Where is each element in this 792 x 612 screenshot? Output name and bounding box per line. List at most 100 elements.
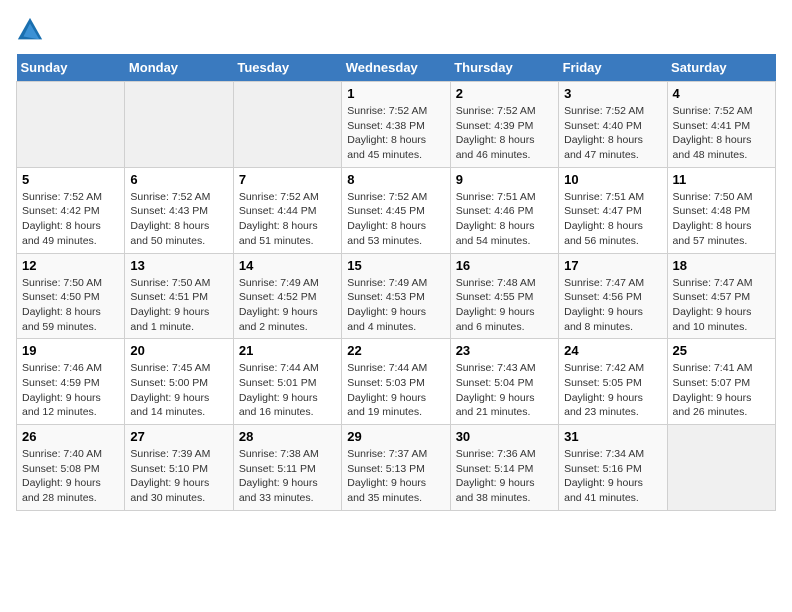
day-info: Sunrise: 7:37 AM Sunset: 5:13 PM Dayligh… xyxy=(347,447,444,506)
calendar-cell: 5 Sunrise: 7:52 AM Sunset: 4:42 PM Daylig… xyxy=(17,167,125,253)
day-info: Sunrise: 7:39 AM Sunset: 5:10 PM Dayligh… xyxy=(130,447,227,506)
day-number: 8 xyxy=(347,172,444,187)
header-cell-sunday: Sunday xyxy=(17,54,125,82)
day-info: Sunrise: 7:52 AM Sunset: 4:43 PM Dayligh… xyxy=(130,190,227,249)
day-number: 28 xyxy=(239,429,336,444)
calendar-cell: 21 Sunrise: 7:44 AM Sunset: 5:01 PM Dayli… xyxy=(233,339,341,425)
day-number: 18 xyxy=(673,258,770,273)
calendar-week-row: 12 Sunrise: 7:50 AM Sunset: 4:50 PM Dayli… xyxy=(17,253,776,339)
day-number: 19 xyxy=(22,343,119,358)
calendar-week-row: 1Sunrise: 7:52 AM Sunset: 4:38 PM Daylig… xyxy=(17,82,776,168)
day-info: Sunrise: 7:44 AM Sunset: 5:01 PM Dayligh… xyxy=(239,361,336,420)
day-number: 23 xyxy=(456,343,553,358)
day-number: 24 xyxy=(564,343,661,358)
day-info: Sunrise: 7:48 AM Sunset: 4:55 PM Dayligh… xyxy=(456,276,553,335)
day-number: 22 xyxy=(347,343,444,358)
day-number: 4 xyxy=(673,86,770,101)
day-number: 6 xyxy=(130,172,227,187)
day-info: Sunrise: 7:40 AM Sunset: 5:08 PM Dayligh… xyxy=(22,447,119,506)
day-number: 29 xyxy=(347,429,444,444)
day-number: 11 xyxy=(673,172,770,187)
day-info: Sunrise: 7:44 AM Sunset: 5:03 PM Dayligh… xyxy=(347,361,444,420)
calendar-cell: 23Sunrise: 7:43 AM Sunset: 5:04 PM Dayli… xyxy=(450,339,558,425)
calendar-cell: 10 Sunrise: 7:51 AM Sunset: 4:47 PM Dayli… xyxy=(559,167,667,253)
calendar-week-row: 26 Sunrise: 7:40 AM Sunset: 5:08 PM Dayli… xyxy=(17,425,776,511)
calendar-cell: 25 Sunrise: 7:41 AM Sunset: 5:07 PM Dayli… xyxy=(667,339,775,425)
logo-icon xyxy=(16,16,44,44)
calendar-cell: 20 Sunrise: 7:45 AM Sunset: 5:00 PM Dayli… xyxy=(125,339,233,425)
calendar-cell xyxy=(667,425,775,511)
day-number: 31 xyxy=(564,429,661,444)
page-header xyxy=(16,16,776,44)
calendar-table: SundayMondayTuesdayWednesdayThursdayFrid… xyxy=(16,54,776,511)
day-info: Sunrise: 7:52 AM Sunset: 4:39 PM Dayligh… xyxy=(456,104,553,163)
day-info: Sunrise: 7:52 AM Sunset: 4:41 PM Dayligh… xyxy=(673,104,770,163)
calendar-cell: 28 Sunrise: 7:38 AM Sunset: 5:11 PM Dayli… xyxy=(233,425,341,511)
calendar-cell xyxy=(17,82,125,168)
calendar-cell: 15Sunrise: 7:49 AM Sunset: 4:53 PM Dayli… xyxy=(342,253,450,339)
day-info: Sunrise: 7:42 AM Sunset: 5:05 PM Dayligh… xyxy=(564,361,661,420)
day-info: Sunrise: 7:47 AM Sunset: 4:56 PM Dayligh… xyxy=(564,276,661,335)
day-info: Sunrise: 7:36 AM Sunset: 5:14 PM Dayligh… xyxy=(456,447,553,506)
day-number: 9 xyxy=(456,172,553,187)
day-number: 10 xyxy=(564,172,661,187)
day-info: Sunrise: 7:52 AM Sunset: 4:40 PM Dayligh… xyxy=(564,104,661,163)
day-number: 15 xyxy=(347,258,444,273)
day-info: Sunrise: 7:38 AM Sunset: 5:11 PM Dayligh… xyxy=(239,447,336,506)
calendar-cell: 16 Sunrise: 7:48 AM Sunset: 4:55 PM Dayli… xyxy=(450,253,558,339)
calendar-cell: 22 Sunrise: 7:44 AM Sunset: 5:03 PM Dayli… xyxy=(342,339,450,425)
day-number: 20 xyxy=(130,343,227,358)
day-number: 3 xyxy=(564,86,661,101)
day-info: Sunrise: 7:41 AM Sunset: 5:07 PM Dayligh… xyxy=(673,361,770,420)
day-number: 12 xyxy=(22,258,119,273)
calendar-cell: 7Sunrise: 7:52 AM Sunset: 4:44 PM Daylig… xyxy=(233,167,341,253)
calendar-week-row: 19Sunrise: 7:46 AM Sunset: 4:59 PM Dayli… xyxy=(17,339,776,425)
day-number: 30 xyxy=(456,429,553,444)
day-info: Sunrise: 7:50 AM Sunset: 4:50 PM Dayligh… xyxy=(22,276,119,335)
day-info: Sunrise: 7:45 AM Sunset: 5:00 PM Dayligh… xyxy=(130,361,227,420)
day-info: Sunrise: 7:52 AM Sunset: 4:45 PM Dayligh… xyxy=(347,190,444,249)
day-info: Sunrise: 7:52 AM Sunset: 4:44 PM Dayligh… xyxy=(239,190,336,249)
header-cell-monday: Monday xyxy=(125,54,233,82)
day-number: 26 xyxy=(22,429,119,444)
calendar-cell: 26 Sunrise: 7:40 AM Sunset: 5:08 PM Dayli… xyxy=(17,425,125,511)
day-info: Sunrise: 7:49 AM Sunset: 4:52 PM Dayligh… xyxy=(239,276,336,335)
day-number: 27 xyxy=(130,429,227,444)
calendar-cell: 31Sunrise: 7:34 AM Sunset: 5:16 PM Dayli… xyxy=(559,425,667,511)
day-info: Sunrise: 7:51 AM Sunset: 4:47 PM Dayligh… xyxy=(564,190,661,249)
day-info: Sunrise: 7:52 AM Sunset: 4:42 PM Dayligh… xyxy=(22,190,119,249)
calendar-cell: 2 Sunrise: 7:52 AM Sunset: 4:39 PM Daylig… xyxy=(450,82,558,168)
calendar-cell: 14Sunrise: 7:49 AM Sunset: 4:52 PM Dayli… xyxy=(233,253,341,339)
day-number: 25 xyxy=(673,343,770,358)
header-cell-saturday: Saturday xyxy=(667,54,775,82)
calendar-cell: 4 Sunrise: 7:52 AM Sunset: 4:41 PM Daylig… xyxy=(667,82,775,168)
day-number: 5 xyxy=(22,172,119,187)
day-number: 17 xyxy=(564,258,661,273)
calendar-cell xyxy=(125,82,233,168)
calendar-cell: 29 Sunrise: 7:37 AM Sunset: 5:13 PM Dayli… xyxy=(342,425,450,511)
calendar-cell: 30 Sunrise: 7:36 AM Sunset: 5:14 PM Dayli… xyxy=(450,425,558,511)
calendar-week-row: 5 Sunrise: 7:52 AM Sunset: 4:42 PM Daylig… xyxy=(17,167,776,253)
day-number: 16 xyxy=(456,258,553,273)
day-info: Sunrise: 7:51 AM Sunset: 4:46 PM Dayligh… xyxy=(456,190,553,249)
logo xyxy=(16,16,48,44)
header-cell-wednesday: Wednesday xyxy=(342,54,450,82)
calendar-cell: 11Sunrise: 7:50 AM Sunset: 4:48 PM Dayli… xyxy=(667,167,775,253)
calendar-cell: 9 Sunrise: 7:51 AM Sunset: 4:46 PM Daylig… xyxy=(450,167,558,253)
calendar-header-row: SundayMondayTuesdayWednesdayThursdayFrid… xyxy=(17,54,776,82)
day-number: 13 xyxy=(130,258,227,273)
day-number: 21 xyxy=(239,343,336,358)
calendar-cell: 1Sunrise: 7:52 AM Sunset: 4:38 PM Daylig… xyxy=(342,82,450,168)
calendar-cell xyxy=(233,82,341,168)
header-cell-thursday: Thursday xyxy=(450,54,558,82)
day-info: Sunrise: 7:50 AM Sunset: 4:51 PM Dayligh… xyxy=(130,276,227,335)
calendar-cell: 17 Sunrise: 7:47 AM Sunset: 4:56 PM Dayli… xyxy=(559,253,667,339)
day-number: 2 xyxy=(456,86,553,101)
calendar-cell: 18 Sunrise: 7:47 AM Sunset: 4:57 PM Dayli… xyxy=(667,253,775,339)
day-info: Sunrise: 7:47 AM Sunset: 4:57 PM Dayligh… xyxy=(673,276,770,335)
header-cell-tuesday: Tuesday xyxy=(233,54,341,82)
calendar-cell: 12 Sunrise: 7:50 AM Sunset: 4:50 PM Dayli… xyxy=(17,253,125,339)
calendar-cell: 3 Sunrise: 7:52 AM Sunset: 4:40 PM Daylig… xyxy=(559,82,667,168)
calendar-cell: 19Sunrise: 7:46 AM Sunset: 4:59 PM Dayli… xyxy=(17,339,125,425)
day-info: Sunrise: 7:52 AM Sunset: 4:38 PM Dayligh… xyxy=(347,104,444,163)
